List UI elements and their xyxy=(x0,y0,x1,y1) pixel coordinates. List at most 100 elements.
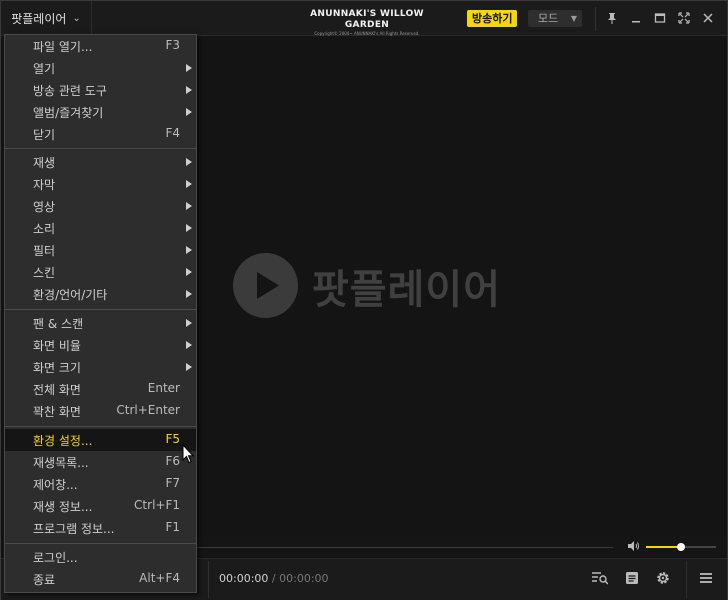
broadcast-button[interactable]: 방송하기 xyxy=(467,10,518,27)
submenu-arrow-icon xyxy=(186,246,192,254)
skin-banner[interactable]: ANUNNAKI'S WILLOW GARDEN Copyright© 2004… xyxy=(287,9,447,36)
chevron-down-icon: ⌄ xyxy=(72,12,81,24)
menu-item-label: 필터 xyxy=(33,244,56,258)
menu-item[interactable]: 재생 정보... Ctrl+F1 xyxy=(5,495,196,517)
menu-item[interactable]: 제어창... F7 xyxy=(5,473,196,495)
menu-item[interactable]: 프로그램 정보... F1 xyxy=(5,517,196,539)
menu-item[interactable]: 열기 xyxy=(5,57,196,79)
submenu-arrow-icon xyxy=(186,363,192,371)
playlist-search-icon[interactable] xyxy=(591,569,609,587)
minimize-icon[interactable] xyxy=(626,7,646,29)
menu-icon[interactable] xyxy=(697,569,715,587)
menu-item-shortcut: Ctrl+F1 xyxy=(134,498,180,512)
menu-item[interactable]: 필터 xyxy=(5,239,196,261)
menu-item-label: 스킨 xyxy=(33,266,56,280)
menu-item-label: 앨범/즐겨찾기 xyxy=(33,106,104,120)
control-divider xyxy=(208,561,209,598)
menu-item[interactable]: 앨범/즐겨찾기 xyxy=(5,101,196,123)
menu-item[interactable]: 환경/언어/기타 xyxy=(5,283,196,305)
menu-item-shortcut: Enter xyxy=(147,381,180,395)
logo-text: 팟플레이어 xyxy=(312,266,501,313)
submenu-arrow-icon xyxy=(186,290,192,298)
menu-item-label: 영상 xyxy=(33,200,56,214)
mouse-cursor-icon xyxy=(182,443,195,468)
menu-item-label: 팬 & 스캔 xyxy=(33,317,84,331)
menu-item-shortcut: F3 xyxy=(165,38,180,52)
volume-icon[interactable] xyxy=(628,541,640,554)
fullscreen-icon[interactable] xyxy=(674,7,694,29)
time-display[interactable]: 00:00:00 / 00:00:00 xyxy=(219,572,329,585)
menu-item-shortcut: F5 xyxy=(165,432,180,446)
settings-icon[interactable] xyxy=(654,569,672,587)
menu-item-label: 프로그램 정보... xyxy=(33,522,115,536)
menu-item[interactable]: 자막 xyxy=(5,173,196,195)
menu-item[interactable]: 닫기 F4 xyxy=(5,123,196,145)
menu-item-shortcut: F6 xyxy=(165,454,180,468)
menu-item[interactable]: 영상 xyxy=(5,195,196,217)
menu-item-label: 자막 xyxy=(33,178,56,192)
menu-item-label: 방송 관련 도구 xyxy=(33,84,107,98)
time-current: 00:00:00 xyxy=(219,572,269,585)
menu-item-label: 꽉찬 화면 xyxy=(33,405,81,419)
menu-item-label: 닫기 xyxy=(33,128,56,142)
menu-separator xyxy=(5,426,196,427)
menu-item-label: 로그인... xyxy=(33,551,78,565)
app-menu-button[interactable]: 팟플레이어 ⌄ xyxy=(1,1,92,35)
seek-bar[interactable] xyxy=(197,547,613,548)
menu-item[interactable]: 종료 Alt+F4 xyxy=(5,568,196,590)
menu-item[interactable]: 재생목록... F6 xyxy=(5,451,196,473)
submenu-arrow-icon xyxy=(186,224,192,232)
menu-item-label: 재생 xyxy=(33,156,56,170)
menu-item-label: 파일 열기... xyxy=(33,40,93,54)
time-separator: / xyxy=(271,572,276,585)
pin-icon[interactable] xyxy=(602,7,622,29)
app-menu-label: 팟플레이어 xyxy=(11,11,67,26)
main-context-menu: 파일 열기... F3 열기방송 관련 도구앨범/즐겨찾기닫기 F4 재생자막영상소리필… xyxy=(4,34,197,593)
menu-item[interactable]: 화면 크기 xyxy=(5,356,196,378)
menu-item[interactable]: 재생 xyxy=(5,151,196,173)
menu-item-label: 화면 비율 xyxy=(33,339,81,353)
menu-item[interactable]: 전체 화면 Enter xyxy=(5,378,196,400)
menu-item[interactable]: 스킨 xyxy=(5,261,196,283)
menu-item[interactable]: 팬 & 스캔 xyxy=(5,312,196,334)
play-circle-icon xyxy=(233,253,298,318)
volume-slider[interactable] xyxy=(646,543,716,551)
submenu-arrow-icon xyxy=(186,158,192,166)
mode-label: 모드 xyxy=(538,12,559,25)
submenu-arrow-icon xyxy=(186,108,192,116)
subtitle-icon[interactable] xyxy=(623,569,641,587)
menu-item-shortcut: F1 xyxy=(165,520,180,534)
menu-item-label: 재생 정보... xyxy=(33,500,93,514)
menu-item[interactable]: 방송 관련 도구 xyxy=(5,79,196,101)
banner-title: ANUNNAKI'S WILLOW GARDEN xyxy=(310,9,424,30)
menu-item-shortcut: Ctrl+Enter xyxy=(116,403,180,417)
menu-item-label: 소리 xyxy=(33,222,56,236)
mode-dropdown[interactable]: 모드 ▼ xyxy=(528,10,582,27)
menu-item-label: 종료 xyxy=(33,573,56,587)
close-icon[interactable] xyxy=(698,7,718,29)
menu-item-shortcut: F7 xyxy=(165,476,180,490)
submenu-arrow-icon xyxy=(186,319,192,327)
submenu-arrow-icon xyxy=(186,86,192,94)
submenu-arrow-icon xyxy=(186,180,192,188)
menu-separator xyxy=(5,309,196,310)
menu-item[interactable]: 파일 열기... F3 xyxy=(5,35,196,57)
menu-item-label: 환경 설정... xyxy=(33,434,93,448)
menu-item-label: 전체 화면 xyxy=(33,383,81,397)
menu-item-shortcut: Alt+F4 xyxy=(139,571,180,585)
volume-fill xyxy=(646,546,681,548)
volume-handle[interactable] xyxy=(677,543,685,551)
submenu-arrow-icon xyxy=(186,64,192,72)
maximize-icon[interactable] xyxy=(650,7,670,29)
title-bar: 팟플레이어 ⌄ ANUNNAKI'S WILLOW GARDEN Copyrig… xyxy=(1,1,727,36)
menu-item[interactable]: 꽉찬 화면 Ctrl+Enter xyxy=(5,400,196,422)
menu-item[interactable]: 화면 비율 xyxy=(5,334,196,356)
menu-item[interactable]: 소리 xyxy=(5,217,196,239)
titlebar-divider xyxy=(595,7,596,31)
menu-item[interactable]: 환경 설정... F5 xyxy=(5,429,196,451)
menu-item-label: 열기 xyxy=(33,62,56,76)
potplayer-logo: 팟플레이어 xyxy=(233,253,501,318)
control-divider xyxy=(686,561,687,598)
menu-separator xyxy=(5,543,196,544)
menu-item[interactable]: 로그인... xyxy=(5,546,196,568)
